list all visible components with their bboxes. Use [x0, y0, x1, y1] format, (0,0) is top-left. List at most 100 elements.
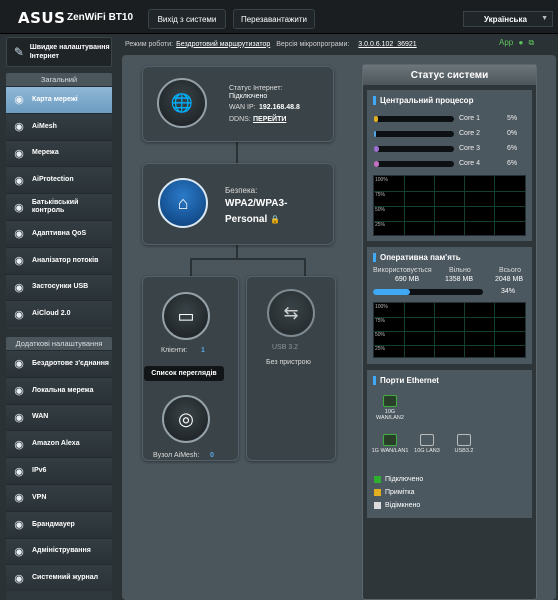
ipv6-icon: ◉ — [14, 465, 24, 478]
sidebar-item-aicloud[interactable]: ◉ AiCloud 2.0 — [6, 300, 112, 328]
cpu-graph-tick: 100% — [375, 177, 388, 183]
router-card[interactable]: ⌂ Безпека: WPA2/WPA3-Personal 🔒 — [142, 163, 334, 245]
sidebar-item-label: AiMesh — [32, 122, 57, 130]
info-bar: Режим роботи: Бездротовий маршрутизатор … — [125, 37, 555, 51]
usb-icon: ⧉ — [528, 38, 535, 47]
asus-logo[interactable]: ASUS — [18, 9, 65, 27]
ethernet-title: Порти Ethernet — [373, 376, 439, 385]
sidebar-item-wireless[interactable]: ◉ Бездротове з'єднання — [6, 350, 112, 377]
sidebar-item-traffic-analyzer[interactable]: ◉ Аналізатор потоків — [6, 246, 112, 274]
core-percent: 5% — [507, 115, 518, 122]
aiprotection-icon: ◉ — [14, 174, 24, 187]
sidebar-item-admin[interactable]: ◉ Адміністрування — [6, 537, 112, 565]
legend-label: Примітка — [385, 489, 415, 496]
sidebar-item-label: Карта мережі — [32, 95, 78, 103]
ram-graph-tick: 50% — [375, 332, 386, 338]
advanced-title: Додаткові налаштування — [6, 337, 112, 350]
sidebar-item-usb-apps[interactable]: ◉ Застосунки USB — [6, 273, 112, 301]
ethernet-port-icon — [383, 395, 397, 407]
sidebar-item-label: Брандмауер — [32, 520, 75, 528]
aimesh-node-count[interactable]: 0 — [210, 452, 214, 459]
ram-block: Оперативна пам'ять Використовується Віль… — [367, 247, 532, 364]
wand-icon: ✎ — [13, 45, 24, 59]
sidebar-item-qos[interactable]: ◉ Адаптивна QoS — [6, 219, 112, 247]
alexa-icon: ◉ — [14, 438, 24, 451]
sidebar-item-label: Застосунки USB — [32, 283, 89, 291]
ram-total: 2048 MB — [495, 276, 524, 283]
quick-setup-button[interactable]: ✎ Швидке налаштування Інтернет — [6, 37, 112, 67]
usb-status: Без пристрою — [266, 359, 311, 366]
aimesh-node-label: Вузол AiMesh: — [153, 452, 200, 459]
sidebar-item-label: AiProtection — [32, 176, 74, 184]
sidebar-item-syslog[interactable]: ◉ Системний журнал — [6, 564, 112, 592]
sidebar-item-label: WAN — [32, 413, 49, 421]
sidebar-item-aimesh[interactable]: ◉ AiMesh — [6, 112, 112, 140]
sidebar-item-network[interactable]: ◉ Мережа — [6, 139, 112, 167]
core-percent: 6% — [507, 160, 518, 167]
mode-link[interactable]: Бездротовий маршрутизатор — [176, 41, 270, 48]
sidebar-item-firewall[interactable]: ◉ Брандмауер — [6, 510, 112, 538]
network-map-icon: ◉ — [14, 94, 24, 107]
logout-button[interactable]: Вихід з системи — [148, 9, 226, 29]
admin-icon: ◉ — [14, 545, 24, 558]
ram-graph-tick: 25% — [375, 346, 386, 352]
clients-count[interactable]: 1 — [201, 347, 205, 354]
network-icon: ◉ — [14, 147, 24, 160]
core-name: Core 3 — [459, 145, 481, 152]
ethernet-port[interactable]: 10G LAN3 — [408, 434, 446, 454]
top-bar: ASUS ZenWiFi BT10 Вихід з системи Переза… — [0, 0, 558, 34]
firmware-link[interactable]: 3.0.0.6.102_36921 — [358, 41, 416, 48]
sidebar-item-wan[interactable]: ◉ WAN — [6, 403, 112, 431]
ethernet-port[interactable]: 10G WAN/LAN2 — [371, 395, 409, 421]
sidebar-item-aiprotection[interactable]: ◉ AiProtection — [6, 166, 112, 194]
syslog-icon: ◉ — [14, 572, 24, 585]
reboot-button[interactable]: Перезавантажити — [233, 9, 315, 29]
sidebar-item-vpn[interactable]: ◉ VPN — [6, 483, 112, 511]
system-status-title: Статус системи — [363, 65, 536, 85]
traffic-analyzer-icon: ◉ — [14, 255, 24, 268]
legend-swatch — [374, 502, 381, 509]
view-list-button[interactable]: Список переглядів — [144, 366, 224, 381]
ddns-link[interactable]: ПЕРЕЙТИ — [253, 116, 286, 123]
firmware-label: Версія мікропрограми: — [276, 40, 350, 48]
qos-icon: ◉ — [14, 228, 24, 241]
parental-control-icon: ◉ — [14, 201, 24, 214]
advanced-section: Додаткові налаштування ◉ Бездротове з'єдн… — [6, 337, 112, 600]
legend-swatch — [374, 476, 381, 483]
ethernet-port-label: 1G WAN/LAN1 — [371, 448, 409, 454]
language-select[interactable]: Українська ▼ — [463, 11, 553, 27]
language-value: Українська — [484, 14, 527, 24]
sidebar-item-label: VPN — [32, 493, 47, 501]
firewall-icon: ◉ — [14, 519, 24, 532]
lan-icon: ◉ — [14, 385, 24, 398]
ethernet-port[interactable]: 1G WAN/LAN1 — [371, 434, 409, 454]
core-bar — [374, 131, 454, 137]
ethernet-block: Порти Ethernet 10G WAN/LAN2 1G WAN/LAN1 10… — [367, 370, 532, 518]
ethernet-port-icon — [383, 434, 397, 446]
internet-card[interactable]: 🌐 Статус Інтернет: Підключено WAN IP: 19… — [142, 66, 334, 142]
ram-free-label: Вільно — [449, 267, 471, 274]
ram-graph-tick: 75% — [375, 318, 386, 324]
sidebar-item-alexa[interactable]: ◉ Amazon Alexa — [6, 430, 112, 458]
sidebar-item-lan[interactable]: ◉ Локальна мережа — [6, 376, 112, 404]
cpu-graph: 100% 75% 50% 25% — [373, 175, 526, 236]
cpu-graph-tick: 25% — [375, 222, 386, 228]
ethernet-port[interactable]: USB3.2 — [445, 434, 483, 454]
aimesh-node-icon: ◎ — [162, 395, 210, 443]
sidebar-item-network-map[interactable]: ◉ Карта мережі — [6, 86, 112, 113]
usb-card[interactable]: ⇆ USB 3.2 Без пристрою — [246, 276, 336, 461]
sidebar-item-ipv6[interactable]: ◉ IPv6 — [6, 457, 112, 484]
chevron-down-icon: ▼ — [541, 15, 548, 22]
app-indicator[interactable]: App ● ⧉ — [499, 38, 534, 48]
legend-item: Відімкнено — [374, 502, 420, 509]
ethernet-port-label: 10G LAN3 — [414, 448, 440, 454]
legend-item: Підключено — [374, 476, 423, 483]
ram-total-label: Всього — [499, 267, 522, 274]
system-status-panel: Статус системи Центральний процесор Core… — [362, 64, 537, 600]
cpu-title: Центральний процесор — [373, 96, 473, 105]
core-name: Core 4 — [459, 160, 481, 167]
sidebar-item-parental-control[interactable]: ◉ Батьківський контроль — [6, 193, 112, 220]
sidebar-item-label: Системний журнал — [32, 574, 99, 582]
model-name: ZenWiFi BT10 — [67, 12, 134, 23]
core-percent: 6% — [507, 145, 518, 152]
